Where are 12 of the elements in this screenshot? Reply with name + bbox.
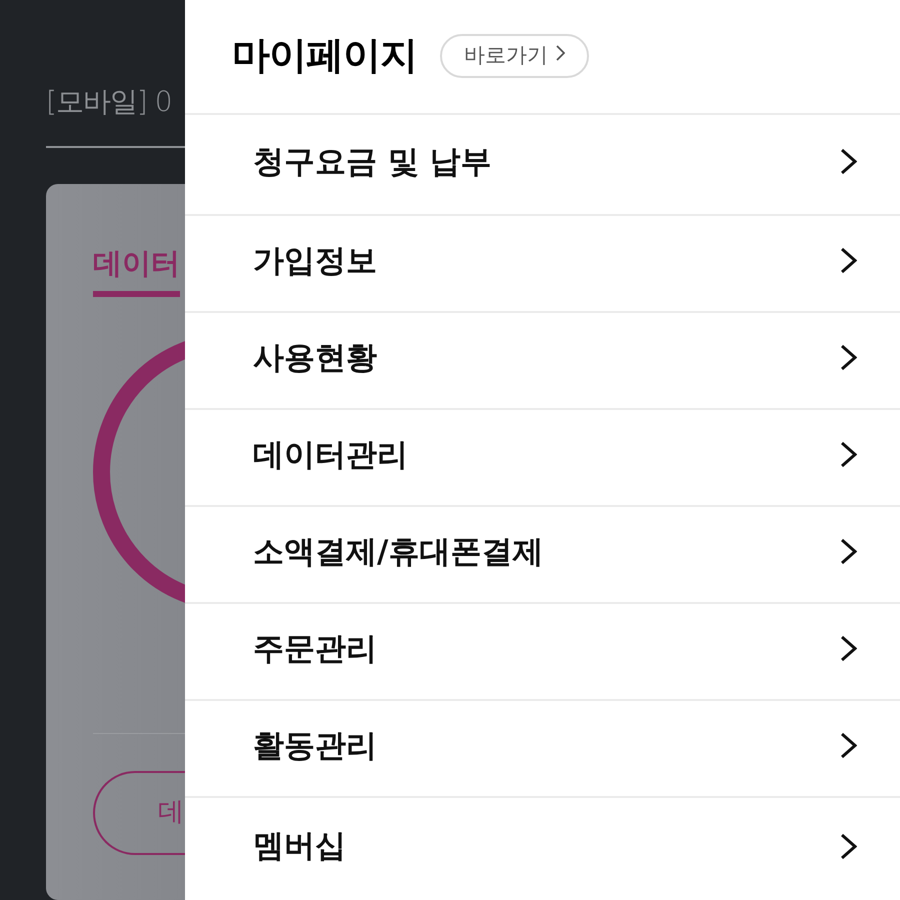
chevron-right-icon xyxy=(840,538,857,565)
shortcut-button[interactable]: 바로가기 xyxy=(440,34,589,78)
drawer-title: 마이페이지 xyxy=(232,32,417,79)
chevron-right-icon xyxy=(840,832,857,860)
chevron-right-icon xyxy=(840,441,857,468)
chevron-right-icon xyxy=(840,635,857,662)
chevron-right-icon xyxy=(556,44,565,60)
page-title: [모바일] 0 xyxy=(46,84,173,120)
chevron-right-icon xyxy=(840,148,857,175)
chevron-right-icon xyxy=(840,247,857,274)
chevron-right-icon xyxy=(840,344,857,371)
chevron-right-icon xyxy=(840,732,857,759)
